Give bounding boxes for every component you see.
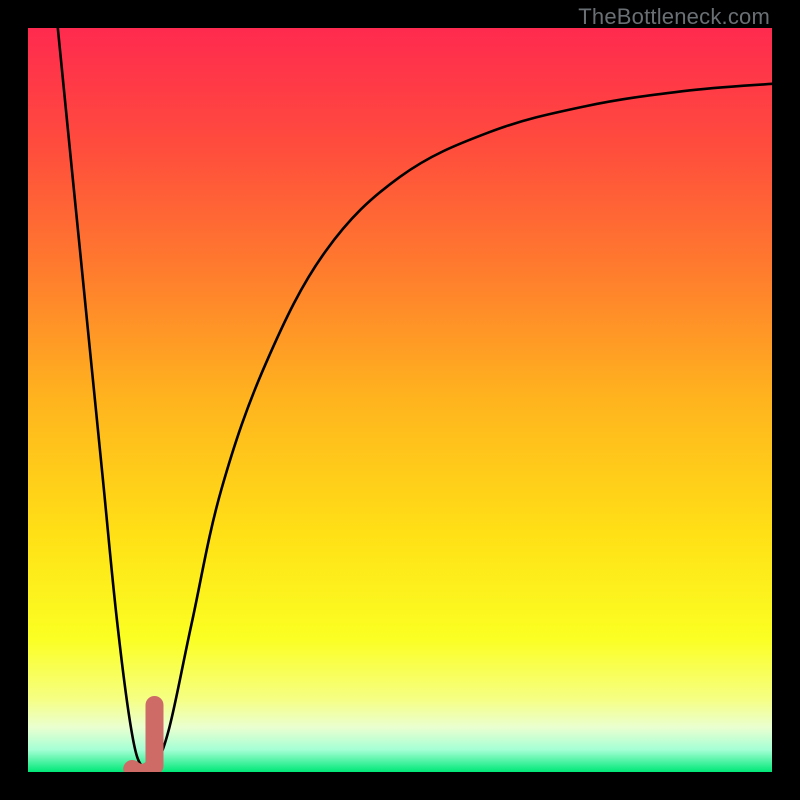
chart-canvas [28, 28, 772, 772]
watermark-label: TheBottleneck.com [578, 4, 770, 30]
gradient-rect [28, 28, 772, 772]
